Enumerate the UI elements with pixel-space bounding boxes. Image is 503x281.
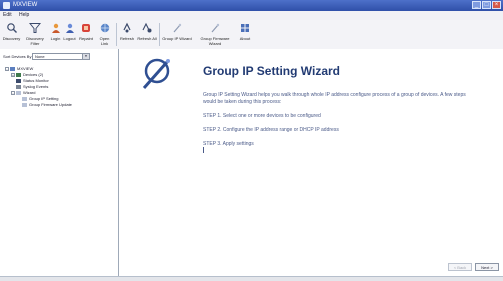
wizard-description: Group IP Setting Wizard helps you walk t… (203, 92, 468, 155)
menu-help[interactable]: Help (19, 11, 29, 20)
discovery-filter-button[interactable]: Discovery Filter (23, 22, 47, 46)
tree-label: Syslog Events (23, 84, 49, 89)
paint-icon (82, 24, 90, 32)
expand-toggle[interactable]: + (11, 72, 15, 77)
collapse-toggle[interactable]: - (11, 90, 15, 95)
network-icon (10, 66, 15, 71)
discovery-button[interactable]: Discovery (2, 22, 21, 41)
close-button[interactable]: × (492, 1, 501, 9)
discovery-label: Discovery (2, 36, 21, 41)
logout-label: Logout (63, 36, 76, 41)
refresh-all-label: Refresh All (137, 36, 157, 41)
magnifier-icon (6, 23, 17, 33)
wand-icon (211, 23, 220, 33)
next-button[interactable]: Next > (475, 263, 499, 271)
logout-button[interactable]: Logout (63, 22, 76, 41)
app-window: MXVIEW _ □ × Edit Help Discovery Discove… (0, 0, 503, 281)
device-icon (16, 72, 21, 77)
sort-devices-row: Sort Devices By None ▼ (3, 53, 115, 61)
wizard-title: Group IP Setting Wizard (203, 64, 341, 78)
navigation-pane: Sort Devices By None ▼ - MXVIEW + Devices … (0, 49, 119, 276)
tree-label: MXVIEW (17, 66, 34, 71)
tree-label: Group IP Setting (29, 96, 59, 101)
wizard-navigation: < Back Next > (448, 263, 499, 271)
refresh-all-button[interactable]: Refresh All (137, 22, 157, 41)
wizard-intro: Group IP Setting Wizard helps you walk t… (203, 92, 466, 105)
login-button[interactable]: Login (49, 22, 62, 41)
refresh-button[interactable]: Refresh (119, 22, 135, 41)
refresh-label: Refresh (119, 36, 134, 41)
sort-value: None (35, 54, 45, 59)
tree-label: Group Firmware Update (29, 102, 72, 107)
open-link-label: Open Link (99, 36, 110, 46)
login-label: Login (50, 36, 61, 41)
window-controls: _ □ × (472, 1, 501, 9)
filter-icon (29, 23, 41, 33)
tree-label: Devices (2) (23, 72, 44, 77)
wizard-step-1: STEP 1. Select one or more devices to be… (203, 113, 321, 119)
group-ip-wizard-button[interactable]: Group IP Wizard (162, 22, 192, 41)
minimize-button[interactable]: _ (472, 1, 481, 9)
chevron-down-icon[interactable]: ▼ (82, 54, 89, 59)
window-title: MXVIEW (13, 2, 38, 8)
group-firmware-wizard-label: Group Firmware Wizard (200, 36, 230, 46)
about-icon (241, 24, 249, 32)
app-icon (3, 2, 10, 9)
status-bar (0, 276, 503, 281)
toolbar: Discovery Discovery Filter Login Logout … (0, 20, 503, 50)
menu-edit[interactable]: Edit (3, 11, 12, 20)
group-ip-wizard-label: Group IP Wizard (162, 36, 192, 41)
magic-wand-icon (142, 58, 170, 89)
toolbar-separator (116, 23, 117, 46)
collapse-toggle[interactable]: - (5, 66, 9, 71)
tree-label: Status Monitor (23, 78, 49, 83)
menu-bar: Edit Help (0, 11, 503, 20)
refresh-all-icon (142, 22, 152, 33)
text-caret (203, 147, 204, 153)
maximize-button[interactable]: □ (482, 1, 491, 9)
repaint-button[interactable]: Repaint (78, 22, 94, 41)
wizard-step-2: STEP 2. Configure the IP address range o… (203, 127, 339, 133)
tree-label: Wizard (23, 90, 36, 95)
sort-devices-select[interactable]: None ▼ (32, 53, 90, 60)
log-icon (16, 84, 21, 89)
sort-label: Sort Devices By (3, 54, 32, 59)
monitor-icon (16, 78, 21, 83)
refresh-icon (123, 22, 131, 33)
device-tree: - MXVIEW + Devices (2) Status Monitor Sysl… (5, 66, 115, 108)
back-button[interactable]: < Back (448, 263, 472, 271)
wizard-panel: Group IP Setting Wizard Group IP Setting… (119, 49, 503, 276)
user-icon (51, 23, 60, 33)
wand-icon (22, 102, 27, 107)
wand-icon (173, 23, 182, 33)
open-link-button[interactable]: Open Link (96, 22, 113, 46)
discovery-filter-label: Discovery Filter (26, 36, 44, 46)
title-bar: MXVIEW _ □ × (0, 0, 503, 11)
about-label: About (239, 36, 251, 41)
globe-icon (100, 23, 109, 33)
wand-icon (16, 90, 21, 95)
tree-item-group-firmware-update[interactable]: Group Firmware Update (5, 102, 115, 108)
wizard-step-3: STEP 3. Apply settings (203, 141, 254, 147)
group-firmware-wizard-button[interactable]: Group Firmware Wizard (195, 22, 235, 46)
toolbar-separator (159, 23, 160, 46)
wand-icon (22, 96, 27, 101)
repaint-label: Repaint (79, 36, 93, 41)
about-button[interactable]: About (238, 22, 252, 41)
user-icon (65, 23, 74, 33)
